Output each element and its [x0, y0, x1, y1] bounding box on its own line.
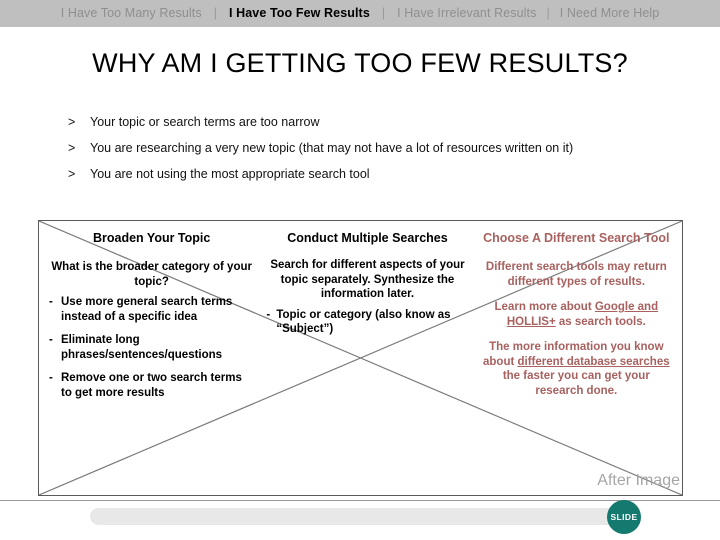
list-item-label: You are researching a very new topic (th… — [90, 141, 574, 155]
column-heading: Conduct Multiple Searches — [287, 231, 448, 245]
nav-item-irrelevant-results[interactable]: I Have Irrelevant Results — [387, 0, 546, 27]
nav-item-too-many-results[interactable]: I Have Too Many Results — [51, 0, 212, 27]
dash-marker-icon: - — [266, 308, 271, 321]
list-item-label: Topic or category (also know as “Subject… — [276, 308, 451, 336]
dash-marker-icon: - — [49, 372, 53, 384]
page-title: WHY AM I GETTING TOO FEW RESULTS? — [92, 48, 628, 78]
slide-badge[interactable]: SLIDE — [607, 500, 641, 534]
column-paragraph: Learn more about Google and HOLLIS+ as s… — [481, 300, 672, 329]
column-heading: Broaden Your Topic — [92, 231, 211, 245]
list-item-label: Remove one or two search terms to get mo… — [61, 372, 242, 399]
paragraph-text: as search tools. — [555, 315, 646, 328]
list-item: - Topic or category (also know as “Subje… — [266, 308, 468, 337]
column-broaden-your-topic: Broaden Your Topic What is the broader c… — [43, 231, 260, 495]
crossed-out-content-box: Broaden Your Topic What is the broader c… — [38, 220, 683, 496]
column-choose-a-different-search-tool: Choose A Different Search Tool Different… — [475, 231, 678, 495]
bullet-marker-icon: > — [68, 141, 76, 155]
reasons-list: > Your topic or search terms are too nar… — [68, 115, 708, 193]
list-item-label: Use more general search terms instead of… — [61, 296, 233, 323]
column-conduct-multiple-searches: Conduct Multiple Searches Search for dif… — [260, 231, 474, 495]
paragraph-text: Learn more about — [494, 301, 595, 313]
after-image-label: After Image — [597, 472, 680, 489]
paragraph-text: the faster you can get your research don… — [502, 370, 650, 397]
bullet-marker-icon: > — [68, 115, 76, 129]
list-item-label: Eliminate long phrases/sentences/questio… — [61, 334, 223, 361]
list-item-label: Your topic or search terms are too narro… — [90, 115, 320, 129]
column-intro-text: Search for different aspects of your top… — [270, 259, 465, 300]
columns-container: Broaden Your Topic What is the broader c… — [39, 221, 682, 495]
column-paragraph: Different search tools may return differ… — [481, 260, 672, 289]
column-intro-text: What is the broader category of your top… — [51, 261, 252, 288]
list-item: > You are researching a very new topic (… — [68, 141, 708, 156]
paragraph-text: Different search tools may return differ… — [485, 261, 667, 288]
bottom-divider — [0, 500, 720, 501]
dash-marker-icon: - — [49, 334, 53, 346]
bullet-marker-icon: > — [68, 167, 76, 181]
list-item: - Use more general search terms instead … — [49, 295, 254, 324]
link-different-database-searches[interactable]: different database searches — [518, 356, 670, 368]
nav-item-need-more-help[interactable]: I Need More Help — [550, 0, 670, 27]
top-navigation-bar: I Have Too Many Results | I Have Too Few… — [0, 0, 720, 27]
progress-bar-track[interactable] — [90, 508, 620, 525]
list-item: > Your topic or search terms are too nar… — [68, 115, 708, 130]
list-item-label: You are not using the most appropriate s… — [90, 167, 370, 181]
list-item: - Remove one or two search terms to get … — [49, 371, 254, 400]
list-item: - Eliminate long phrases/sentences/quest… — [49, 333, 254, 362]
column-heading: Choose A Different Search Tool — [483, 231, 670, 245]
nav-item-too-few-results[interactable]: I Have Too Few Results — [219, 0, 380, 27]
nav-separator: | — [213, 6, 217, 20]
column-paragraph: The more information you know about diff… — [481, 340, 672, 398]
dash-marker-icon: - — [49, 296, 53, 308]
list-item: > You are not using the most appropriate… — [68, 167, 708, 182]
nav-separator: | — [381, 6, 386, 20]
